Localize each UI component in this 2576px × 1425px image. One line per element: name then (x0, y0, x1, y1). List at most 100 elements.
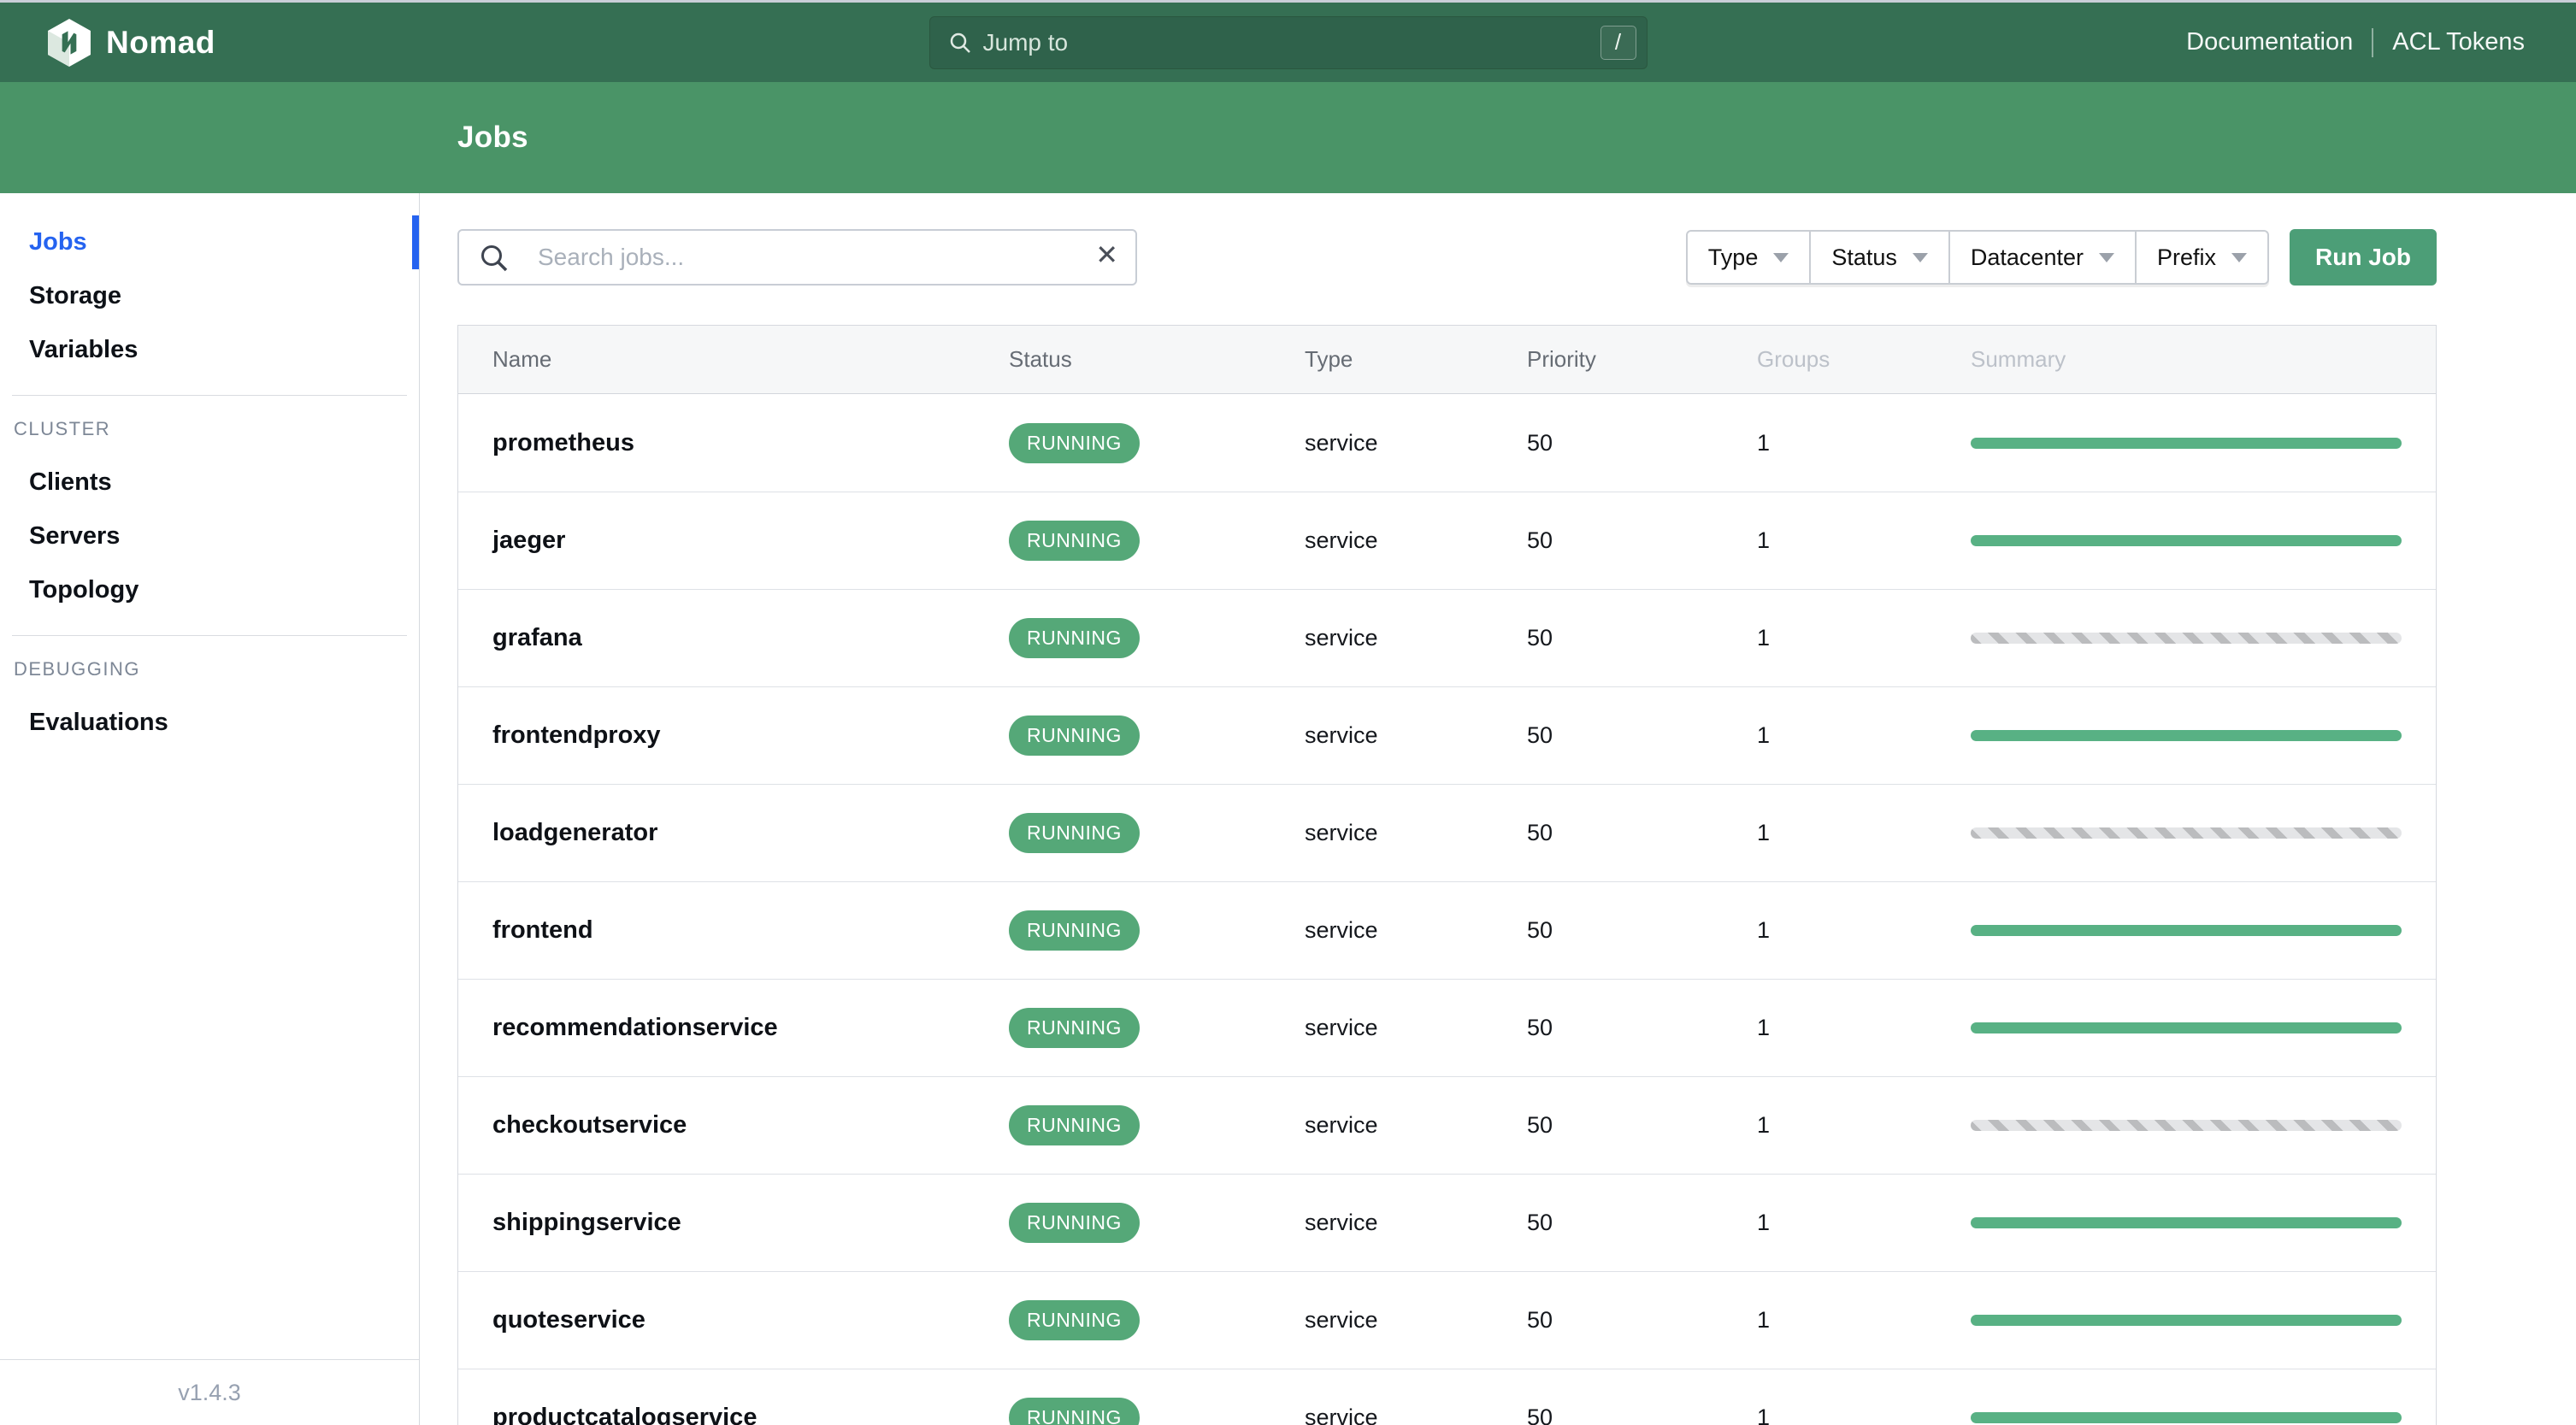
status-cell: RUNNING (975, 521, 1270, 561)
type-cell: service (1305, 722, 1378, 748)
jump-to-input[interactable]: Jump to / (928, 15, 1648, 69)
groups-cell: 1 (1757, 429, 1771, 456)
sidebar-item-servers[interactable]: Servers (0, 509, 419, 563)
sidebar-item-variables[interactable]: Variables (0, 323, 419, 377)
table-row[interactable]: frontendproxy RUNNING service 50 1 (458, 686, 2436, 784)
table-row[interactable]: quoteservice RUNNING service 50 1 (458, 1271, 2436, 1369)
search-input[interactable] (457, 229, 1137, 286)
priority-cell: 50 (1527, 1307, 1553, 1333)
summary-cell (1936, 1315, 2436, 1326)
status-badge: RUNNING (1009, 1300, 1140, 1340)
version-label: v1.4.3 (178, 1379, 241, 1405)
summary-cell (1936, 1412, 2436, 1423)
status-cell: RUNNING (975, 910, 1270, 951)
documentation-link[interactable]: Documentation (2186, 28, 2353, 56)
column-header-priority[interactable]: Priority (1493, 346, 1723, 373)
summary-bar (1971, 535, 2402, 546)
filter-type-dropdown[interactable]: Type (1685, 230, 1811, 285)
summary-bar (1971, 437, 2402, 449)
priority-cell: 50 (1527, 625, 1553, 651)
sidebar-divider (12, 395, 407, 396)
column-header-type[interactable]: Type (1270, 346, 1493, 373)
job-name-link[interactable]: shippingservice (492, 1209, 681, 1236)
summary-cell (1936, 437, 2436, 449)
sidebar-item-storage[interactable]: Storage (0, 269, 419, 323)
job-name-link[interactable]: productcatalogservice (492, 1404, 757, 1425)
status-badge: RUNNING (1009, 1203, 1140, 1243)
table-row[interactable]: frontend RUNNING service 50 1 (458, 881, 2436, 979)
summary-cell (1936, 1022, 2436, 1033)
job-name-link[interactable]: checkoutservice (492, 1111, 687, 1139)
brand-name: Nomad (106, 24, 215, 60)
table-row[interactable]: checkoutservice RUNNING service 50 1 (458, 1076, 2436, 1174)
filter-prefix-dropdown[interactable]: Prefix (2135, 230, 2269, 285)
top-nav: Nomad Jump to / Documentation ACL Tokens (0, 3, 2576, 82)
filter-status-dropdown[interactable]: Status (1810, 230, 1949, 285)
priority-cell: 50 (1527, 1015, 1553, 1040)
name-cell: recommendationservice (458, 1014, 975, 1042)
job-name-link[interactable]: quoteservice (492, 1306, 645, 1334)
sidebar-item-jobs[interactable]: Jobs (0, 215, 419, 269)
sidebar-item-topology[interactable]: Topology (0, 563, 419, 617)
priority-cell: 50 (1527, 820, 1553, 845)
job-name-link[interactable]: recommendationservice (492, 1014, 778, 1041)
type-cell: service (1305, 429, 1378, 456)
nomad-brand[interactable]: Nomad (48, 18, 215, 67)
job-name-link[interactable]: frontendproxy (492, 721, 661, 749)
sidebar-debugging-menu: Evaluations (0, 696, 419, 750)
chevron-down-icon (1912, 252, 1928, 262)
priority-cell: 50 (1527, 1404, 1553, 1425)
summary-bar (1971, 1022, 2402, 1033)
summary-bar (1971, 1217, 2402, 1228)
column-header-status[interactable]: Status (975, 346, 1270, 373)
clear-search-icon[interactable]: ✕ (1095, 241, 1118, 268)
type-cell: service (1305, 1112, 1378, 1138)
table-row[interactable]: jaeger RUNNING service 50 1 (458, 492, 2436, 589)
status-cell: RUNNING (975, 1008, 1270, 1048)
groups-cell: 1 (1757, 1404, 1771, 1425)
type-cell: service (1305, 1210, 1378, 1235)
search-icon (950, 32, 970, 53)
name-cell: loadgenerator (458, 819, 975, 847)
job-name-link[interactable]: prometheus (492, 429, 634, 456)
status-badge: RUNNING (1009, 1008, 1140, 1048)
status-badge: RUNNING (1009, 521, 1140, 561)
sidebar-item-evaluations[interactable]: Evaluations (0, 696, 419, 750)
table-row[interactable]: productcatalogservice RUNNING service 50 1 (458, 1369, 2436, 1425)
column-header-name[interactable]: Name (458, 346, 975, 373)
name-cell: frontendproxy (458, 721, 975, 750)
run-job-button[interactable]: Run Job (2290, 229, 2437, 286)
job-name-link[interactable]: grafana (492, 624, 582, 651)
summary-cell (1936, 535, 2436, 546)
table-row[interactable]: prometheus RUNNING service 50 1 (458, 394, 2436, 492)
sidebar-item-clients[interactable]: Clients (0, 456, 419, 509)
summary-cell (1936, 730, 2436, 741)
status-badge: RUNNING (1009, 618, 1140, 658)
sidebar-primary-menu: Jobs Storage Variables (0, 215, 419, 377)
job-name-link[interactable]: loadgenerator (492, 819, 657, 846)
section-label-debugging: DEBUGGING (14, 658, 140, 680)
status-cell: RUNNING (975, 1300, 1270, 1340)
table-row[interactable]: loadgenerator RUNNING service 50 1 (458, 784, 2436, 881)
summary-cell (1936, 1120, 2436, 1131)
table-row[interactable]: recommendationservice RUNNING service 50 1 (458, 979, 2436, 1076)
shortcut-key-badge: / (1600, 25, 1636, 60)
filter-datacenter-dropdown[interactable]: Datacenter (1948, 230, 2136, 285)
search-icon (481, 245, 508, 272)
job-name-link[interactable]: frontend (492, 916, 593, 944)
acl-tokens-link[interactable]: ACL Tokens (2392, 28, 2525, 56)
chevron-down-icon (1773, 252, 1789, 262)
status-badge: RUNNING (1009, 715, 1140, 756)
table-row[interactable]: grafana RUNNING service 50 1 (458, 589, 2436, 686)
job-name-link[interactable]: jaeger (492, 527, 565, 554)
chevron-down-icon (2098, 252, 2114, 262)
type-cell: service (1305, 527, 1378, 553)
column-header-summary: Summary (1971, 346, 2066, 372)
type-cell: service (1305, 917, 1378, 943)
status-cell: RUNNING (975, 1398, 1270, 1425)
links-divider (2372, 27, 2374, 57)
groups-cell: 1 (1757, 1015, 1771, 1040)
table-row[interactable]: shippingservice RUNNING service 50 1 (458, 1174, 2436, 1271)
status-cell: RUNNING (975, 813, 1270, 853)
status-badge: RUNNING (1009, 1398, 1140, 1425)
